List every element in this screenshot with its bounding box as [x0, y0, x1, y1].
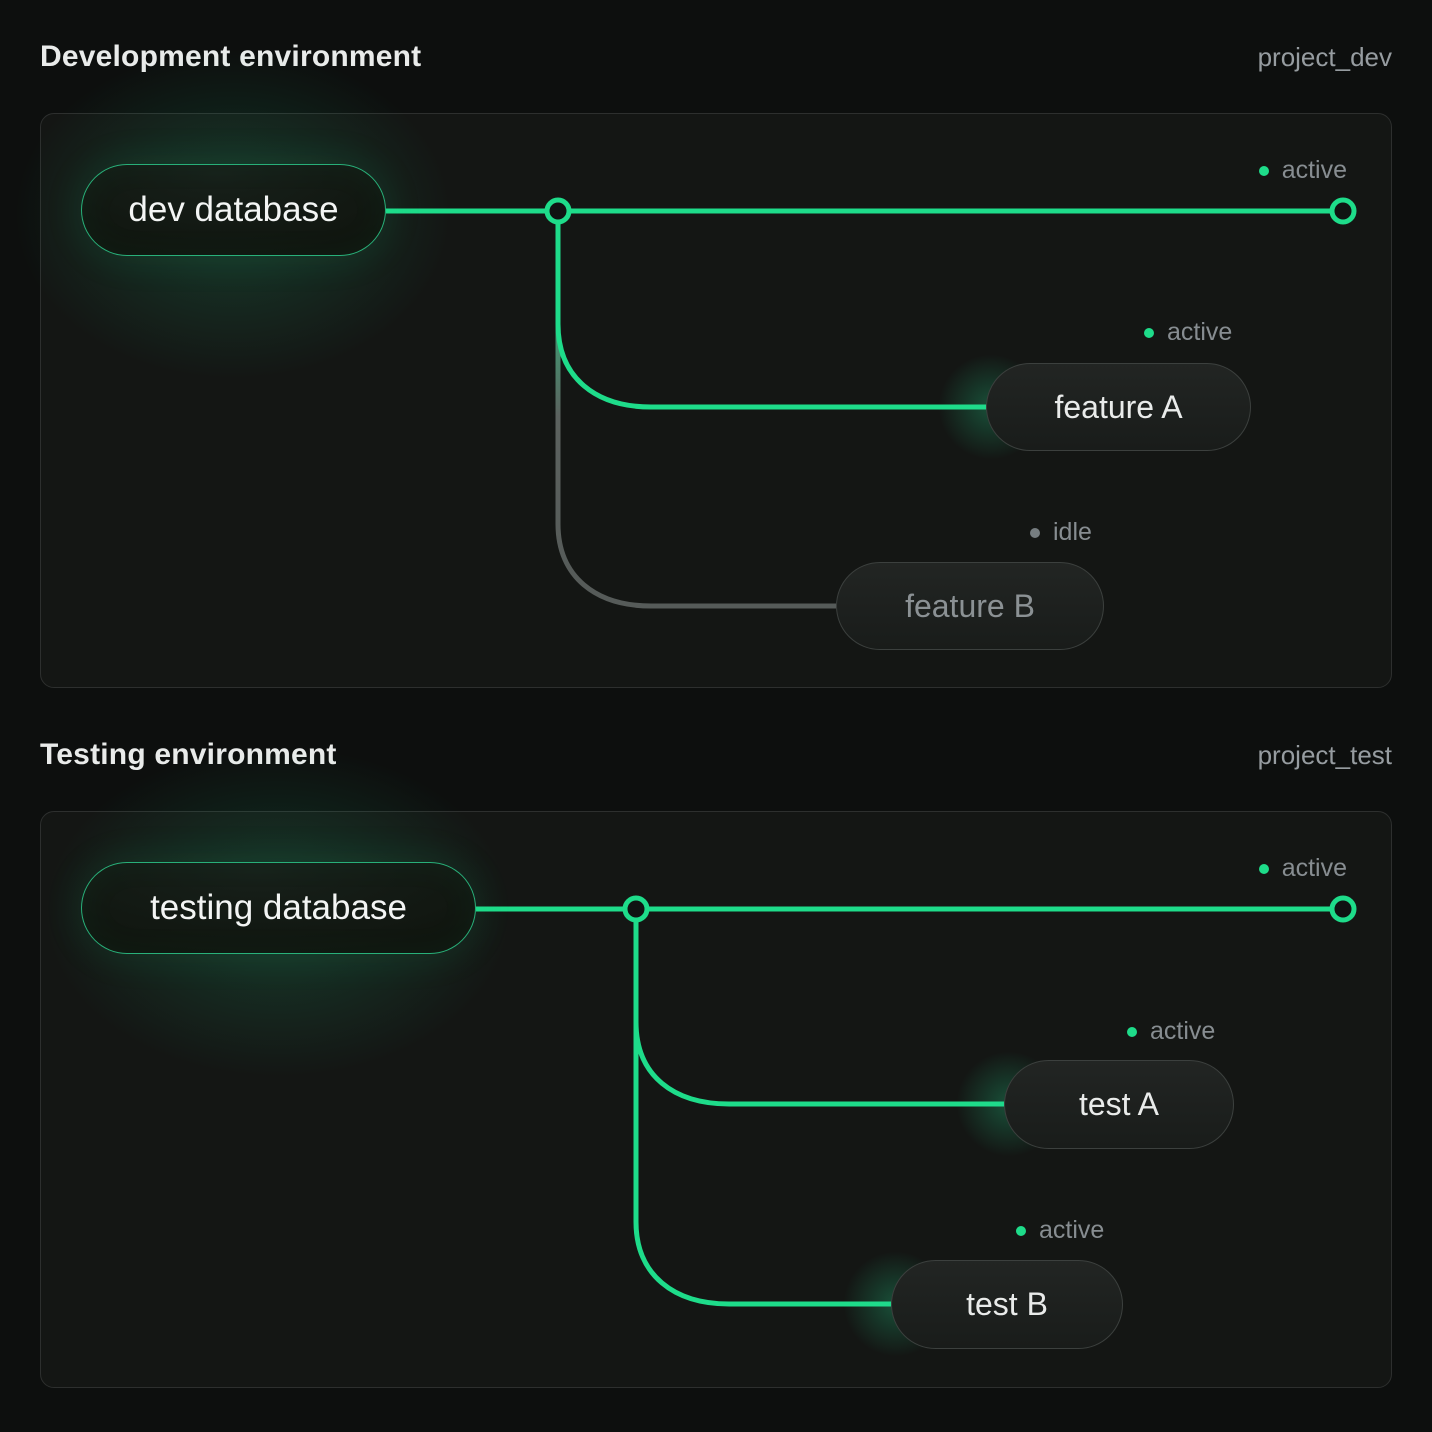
testing-branch-diagram-panel: active testing database active test A ac…	[40, 811, 1392, 1388]
dev-branch-diagram-panel: active dev database active feature A idl…	[40, 113, 1392, 688]
node-label: test B	[966, 1286, 1048, 1323]
dev-environment-section: Development environment project_dev	[40, 40, 1392, 688]
project-id-label: project_dev	[1258, 42, 1392, 73]
node-label: feature A	[1054, 389, 1182, 426]
branch-end-icon	[1332, 898, 1354, 920]
branch-point-icon	[625, 898, 647, 920]
status-label: active	[1150, 1017, 1215, 1046]
test-b-node[interactable]: test B	[891, 1260, 1123, 1349]
testing-section-header: Testing environment project_test	[40, 738, 1392, 782]
node-label: testing database	[150, 888, 407, 928]
status-label: active	[1167, 318, 1232, 347]
section-title: Development environment	[40, 40, 421, 74]
status-dot-icon	[1144, 328, 1154, 338]
test-a-status: active	[1127, 1017, 1215, 1046]
branch-end-icon	[1332, 200, 1354, 222]
status-dot-icon	[1259, 864, 1269, 874]
status-dot-icon	[1016, 1226, 1026, 1236]
branch-point-icon	[547, 200, 569, 222]
status-label: idle	[1053, 518, 1092, 547]
testing-environment-section: Testing environment project_test active …	[40, 738, 1392, 1388]
node-label: feature B	[905, 588, 1035, 625]
status-label: active	[1282, 156, 1347, 185]
test-b-status: active	[1016, 1216, 1104, 1245]
branch-line-test-a	[636, 909, 1004, 1104]
feature-b-node[interactable]: feature B	[836, 562, 1104, 650]
page: Development environment project_dev	[0, 0, 1432, 1388]
main-branch-status: active	[1259, 156, 1347, 185]
section-title: Testing environment	[40, 738, 337, 772]
main-branch-status: active	[1259, 854, 1347, 883]
status-dot-icon	[1030, 528, 1040, 538]
dev-section-header: Development environment project_dev	[40, 40, 1392, 84]
status-label: active	[1039, 1216, 1104, 1245]
feature-a-status: active	[1144, 318, 1232, 347]
dev-database-node[interactable]: dev database	[81, 164, 386, 256]
node-label: test A	[1079, 1086, 1159, 1123]
branch-line-feature-a	[558, 211, 986, 407]
testing-database-node[interactable]: testing database	[81, 862, 476, 954]
status-dot-icon	[1259, 166, 1269, 176]
feature-a-node[interactable]: feature A	[986, 363, 1251, 451]
status-dot-icon	[1127, 1027, 1137, 1037]
node-label: dev database	[128, 190, 338, 230]
feature-b-status: idle	[1030, 518, 1092, 547]
status-label: active	[1282, 854, 1347, 883]
project-id-label: project_test	[1258, 740, 1392, 771]
test-a-node[interactable]: test A	[1004, 1060, 1234, 1149]
